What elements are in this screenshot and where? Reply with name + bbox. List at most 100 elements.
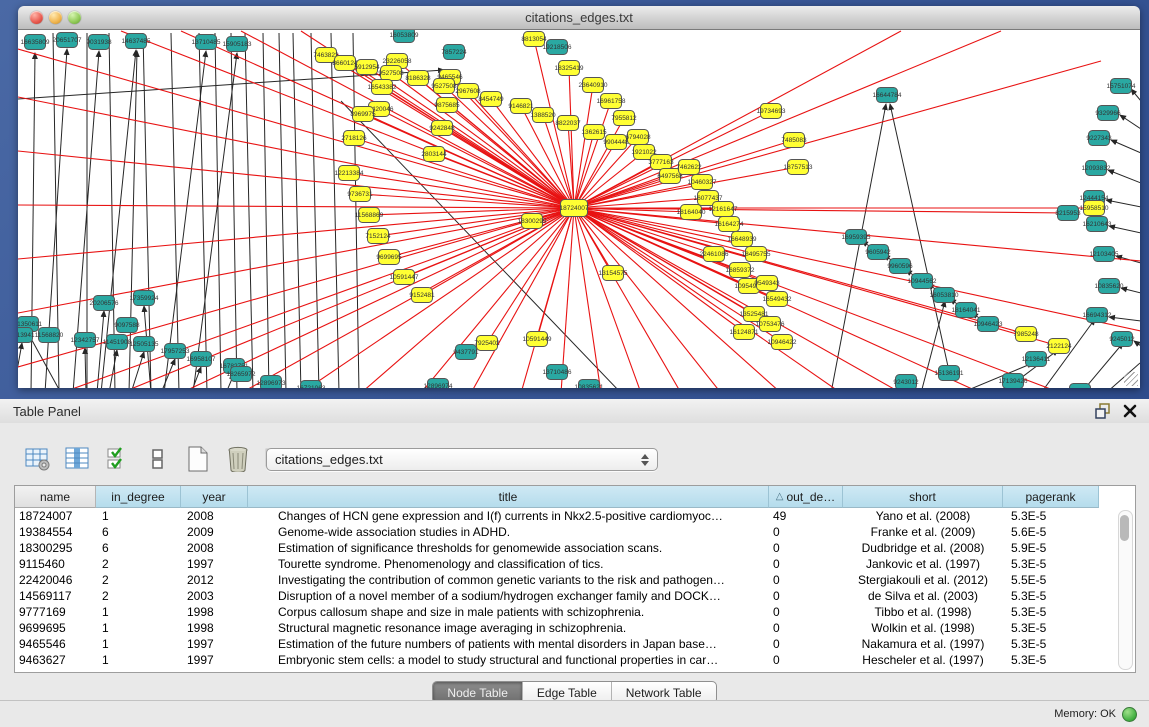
cell-title[interactable]: Investigating the contribution of common… [248,572,769,588]
table-row[interactable]: 946362711997Embryonic stem cells: a mode… [15,652,1135,668]
cell-title[interactable]: Disruption of a novel member of a sodium… [248,588,769,604]
cell-pagerank[interactable]: 5.3E-5 [1003,636,1099,652]
cell-pagerank[interactable]: 5.3E-5 [1003,556,1099,572]
citation-edge-black[interactable] [353,33,359,388]
cell-in_degree[interactable]: 2 [96,556,181,572]
cell-title[interactable]: Genome-wide association studies in ADHD. [248,524,769,540]
window-titlebar[interactable]: citations_edges.txt [18,6,1140,30]
cell-year[interactable]: 2008 [181,540,248,556]
citation-edge-black[interactable] [1109,226,1140,233]
table-header-row[interactable]: namein_degreeyeartitle△out_de…shortpager… [15,486,1135,508]
citation-edge-black[interactable] [171,33,179,388]
cell-year[interactable]: 1997 [181,556,248,572]
scrollbar-thumb[interactable] [1120,515,1129,541]
cell-out_degree[interactable]: 0 [769,572,843,588]
table-settings-icon[interactable] [24,446,51,473]
cell-out_degree[interactable]: 0 [769,524,843,540]
row-height-icon[interactable] [144,446,171,473]
citation-edge-black[interactable] [85,348,86,388]
cell-short[interactable]: Nakamura et al. (1997) [843,636,1003,652]
citation-edge-black[interactable] [1109,317,1140,321]
cell-name[interactable]: 19384554 [15,524,96,540]
table-selector-dropdown[interactable]: citations_edges.txt [266,448,658,471]
new-table-icon[interactable] [184,446,211,473]
citation-edge-black[interactable] [1120,115,1140,129]
cell-name[interactable]: 9777169 [15,604,96,620]
cell-year[interactable]: 2008 [181,508,248,524]
table-row[interactable]: 2242004622012Investigating the contribut… [15,572,1135,588]
cell-short[interactable]: Stergiakouli et al. (2012) [843,572,1003,588]
network-graph-svg[interactable]: 1663580920651707903193814637485137104851… [18,30,1140,388]
citation-edge-black[interactable] [311,33,319,388]
cell-out_degree[interactable]: 0 [769,588,843,604]
column-header-pagerank[interactable]: pagerank [1003,486,1099,508]
cell-short[interactable]: Tibbo et al. (1998) [843,604,1003,620]
citation-edge-black[interactable] [279,33,286,388]
column-header-year[interactable]: year [181,486,248,508]
citation-edge-black[interactable] [1081,343,1123,388]
cell-out_degree[interactable]: 0 [769,620,843,636]
cell-out_degree[interactable]: 0 [769,604,843,620]
cell-in_degree[interactable]: 2 [96,572,181,588]
cell-pagerank[interactable]: 5.5E-5 [1003,572,1099,588]
cell-title[interactable]: Estimation of significance thresholds fo… [248,540,769,556]
cell-short[interactable]: Yano et al. (2008) [843,508,1003,524]
cell-pagerank[interactable]: 5.3E-5 [1003,588,1099,604]
cell-year[interactable]: 1997 [181,652,248,668]
cell-year[interactable]: 1997 [181,636,248,652]
cell-pagerank[interactable]: 5.3E-5 [1003,652,1099,668]
cell-short[interactable]: Dudbridge et al. (2008) [843,540,1003,556]
cell-out_degree[interactable]: 0 [769,652,843,668]
table-row[interactable]: 969969511998Structural magnetic resonanc… [15,620,1135,636]
window-resize-grip[interactable] [1124,372,1138,386]
cell-title[interactable]: Embryonic stem cells: a model to study s… [248,652,769,668]
column-header-out_degree[interactable]: △out_de… [769,486,843,508]
citation-edge-black[interactable] [1121,288,1140,293]
citation-edge-black[interactable] [109,350,117,388]
cell-short[interactable]: Franke et al. (2009) [843,524,1003,540]
citation-edge-black[interactable] [1111,140,1140,153]
cell-in_degree[interactable]: 1 [96,620,181,636]
cell-name[interactable]: 9463627 [15,652,96,668]
cell-year[interactable]: 2003 [181,588,248,604]
citation-edge-black[interactable] [131,352,144,388]
table-row[interactable]: 1456911722003Disruption of a novel membe… [15,588,1135,604]
network-view-window[interactable]: citations_edges.txt 16635809206517079031… [18,6,1140,388]
cell-title[interactable]: Estimation of the future numbers of pati… [248,636,769,652]
delete-table-icon[interactable] [224,446,251,473]
cell-year[interactable]: 2012 [181,572,248,588]
citation-edge-black[interactable] [1041,319,1095,388]
cell-year[interactable]: 1998 [181,604,248,620]
table-row[interactable]: 946554611997Estimation of the future num… [15,636,1135,652]
close-panel-icon[interactable] [1123,404,1137,418]
cell-name[interactable]: 14569117 [15,588,96,604]
cell-pagerank[interactable]: 5.6E-5 [1003,524,1099,540]
cell-out_degree[interactable]: 49 [769,508,843,524]
citation-edge-black[interactable] [1106,200,1140,207]
cell-name[interactable]: 9465546 [15,636,96,652]
citation-edge-black[interactable] [1131,89,1140,101]
cell-in_degree[interactable]: 6 [96,540,181,556]
cell-out_degree[interactable]: 0 [769,556,843,572]
cell-in_degree[interactable]: 6 [96,524,181,540]
cell-short[interactable]: Hescheler et al. (1997) [843,652,1003,668]
table-row[interactable]: 911546021997Tourette syndrome. Phenomeno… [15,556,1135,572]
cell-pagerank[interactable]: 5.3E-5 [1003,508,1099,524]
citation-edge-black[interactable] [215,33,221,388]
cell-name[interactable]: 18724007 [15,508,96,524]
citation-edge-black[interactable] [1134,341,1140,346]
cell-pagerank[interactable]: 5.3E-5 [1003,604,1099,620]
cell-title[interactable]: Tourette syndrome. Phenomenology and cla… [248,556,769,572]
cell-in_degree[interactable]: 2 [96,588,181,604]
cell-out_degree[interactable]: 0 [769,540,843,556]
node-table[interactable]: namein_degreeyeartitle△out_de…shortpager… [14,485,1136,673]
column-visibility-icon[interactable] [64,446,91,473]
table-row[interactable]: 1872400712008Changes of HCN gene express… [15,508,1135,524]
table-row[interactable]: 977716911998Corpus callosum shape and si… [15,604,1135,620]
cell-year[interactable]: 2009 [181,524,248,540]
cell-title[interactable]: Changes of HCN gene expression and I(f) … [248,508,769,524]
citation-edge-black[interactable] [293,33,301,388]
cell-short[interactable]: Wolkin et al. (1998) [843,620,1003,636]
cell-year[interactable]: 1998 [181,620,248,636]
citation-edge-black[interactable] [331,33,339,388]
